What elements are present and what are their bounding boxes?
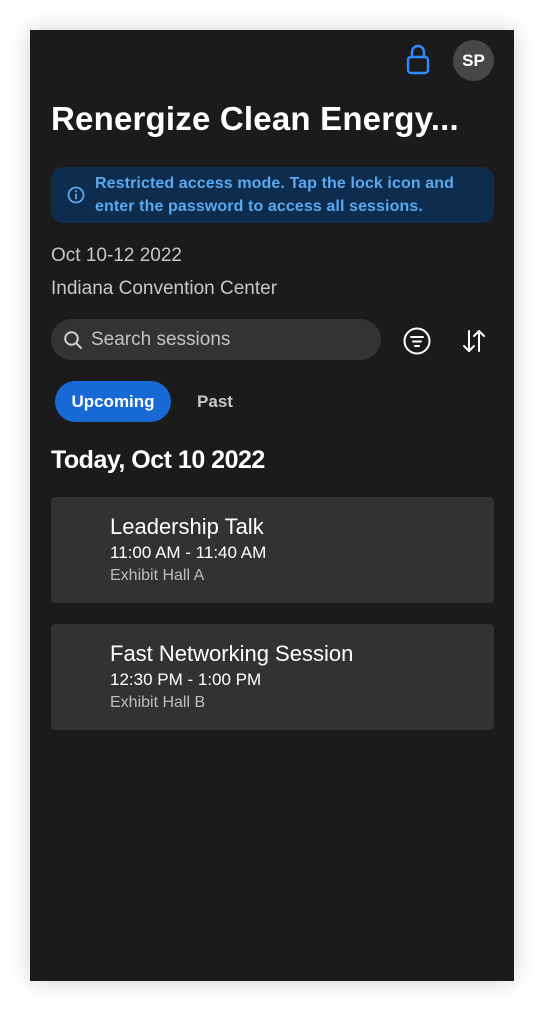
filter-button[interactable] (402, 326, 432, 356)
banner-line-1: Restricted access mode. Tap the lock ico… (95, 175, 454, 192)
tab-upcoming[interactable]: Upcoming (55, 381, 171, 422)
event-dates: Oct 10-12 2022 (51, 245, 182, 266)
session-time: 11:00 AM - 11:40 AM (110, 543, 267, 562)
app-screen: SP Renergize Clean Energy... Restricted … (30, 30, 514, 981)
session-card[interactable]: Fast Networking Session 12:30 PM - 1:00 … (51, 624, 494, 730)
banner-message: Restricted access mode. Tap the lock ico… (95, 172, 454, 218)
search-bar[interactable] (51, 319, 381, 360)
lock-button[interactable] (404, 42, 432, 76)
sort-button[interactable] (459, 326, 489, 356)
session-room: Exhibit Hall A (110, 567, 205, 584)
info-icon (67, 186, 85, 204)
filter-icon (403, 327, 431, 355)
page-title: Renergize Clean Energy... (51, 100, 459, 137)
search-icon (64, 330, 82, 349)
session-time: 12:30 PM - 1:00 PM (110, 670, 262, 689)
banner-line-2: enter the password to access all session… (95, 198, 423, 215)
avatar[interactable]: SP (453, 40, 494, 81)
day-heading: Today, Oct 10 2022 (51, 446, 265, 474)
lock-icon (406, 44, 430, 75)
search-input[interactable] (91, 328, 351, 351)
session-room: Exhibit Hall B (110, 694, 206, 711)
event-venue: Indiana Convention Center (51, 278, 278, 299)
tab-past[interactable]: Past (190, 381, 240, 422)
session-card[interactable]: Leadership Talk 11:00 AM - 11:40 AM Exhi… (51, 497, 494, 603)
sort-icon (463, 330, 485, 352)
restricted-access-banner: Restricted access mode. Tap the lock ico… (51, 167, 494, 223)
session-title: Leadership Talk (110, 514, 264, 539)
session-title: Fast Networking Session (110, 641, 354, 666)
